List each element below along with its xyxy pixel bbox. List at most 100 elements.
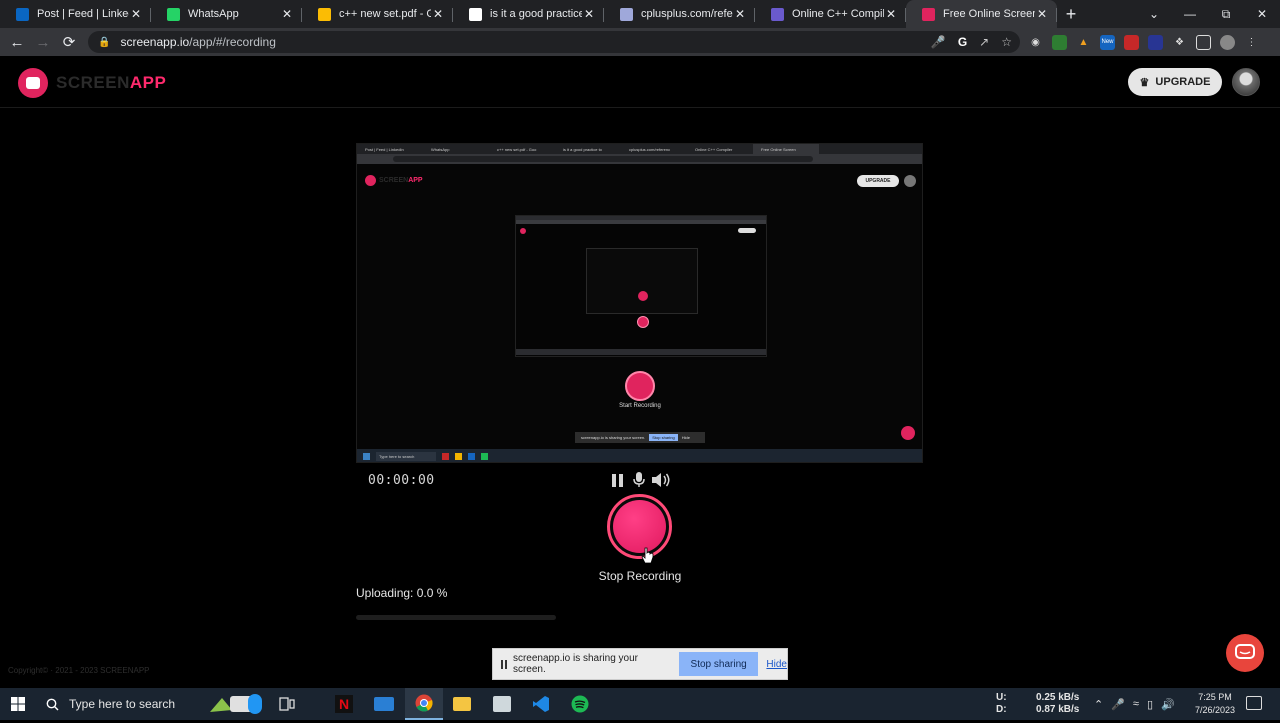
preview-tab: is it a good practice to	[563, 147, 602, 152]
browser-tab[interactable]: Online C++ Compiler -✕	[755, 0, 906, 28]
close-tab-icon[interactable]: ✕	[582, 7, 596, 21]
hide-link[interactable]: Hide	[766, 659, 787, 670]
pause-icon[interactable]	[609, 471, 625, 489]
preview-share-hide: Hide	[681, 435, 690, 440]
photos-app-icon[interactable]	[483, 688, 521, 720]
preview-taskbar: Type here to search	[357, 449, 922, 462]
url-path: /app/#/recording	[189, 35, 276, 49]
share-icon[interactable]: ↗	[979, 35, 989, 49]
vscode-icon[interactable]	[522, 688, 560, 720]
recording-timer: 00:00:00	[368, 473, 435, 488]
close-tab-icon[interactable]: ✕	[129, 7, 143, 21]
preview-tab: Post | Feed | LinkedIn	[365, 147, 404, 152]
screenapp-logo[interactable]: SCREENAPP	[18, 68, 166, 98]
widgets-illustration-icon[interactable]	[204, 690, 268, 718]
battery-icon[interactable]: ▯	[1147, 698, 1153, 711]
system-tray: ⌃ 🎤 ≈ ▯ 🔊	[1094, 688, 1175, 720]
browser-tab[interactable]: c++ new set.pdf - Goo✕	[302, 0, 453, 28]
logo-mark-icon	[18, 68, 48, 98]
preview-stop-indicator	[901, 426, 915, 440]
new-tab-button[interactable]: +	[1057, 0, 1085, 28]
browser-tab[interactable]: Post | Feed | LinkedIn✕	[0, 0, 151, 28]
app-header: SCREENAPP ♛ UPGRADE	[0, 56, 1280, 108]
preview-record-button	[625, 371, 655, 401]
browser-tab-strip: Post | Feed | LinkedIn✕WhatsApp✕c++ new …	[0, 0, 1280, 28]
system-clock[interactable]: 7:25 PM 7/26/2023	[1190, 691, 1240, 717]
compiler-icon	[771, 7, 784, 21]
netflix-icon[interactable]: N	[325, 688, 363, 720]
sharing-message: screenapp.io is sharing your screen.	[512, 653, 639, 675]
upgrade-button[interactable]: ♛ UPGRADE	[1128, 68, 1222, 96]
tab-search-icon[interactable]: ⌄	[1136, 0, 1172, 28]
browser-tab-title: Online C++ Compiler -	[792, 8, 884, 20]
side-panel-icon[interactable]	[1196, 34, 1211, 50]
forward-arrow-icon[interactable]: →	[30, 29, 56, 55]
close-tab-icon[interactable]: ✕	[280, 7, 294, 21]
close-tab-icon[interactable]: ✕	[733, 7, 747, 21]
microphone-icon[interactable]	[632, 471, 646, 489]
chat-support-button[interactable]	[1226, 634, 1264, 672]
restore-icon[interactable]: ⧉	[1208, 0, 1244, 28]
warning-extension-icon[interactable]: ▲	[1076, 35, 1091, 50]
net-down-label: D:	[996, 704, 1007, 715]
more-menu-icon[interactable]: ⋮	[1244, 35, 1259, 50]
preview-tab: cplusplus.com/referenc	[629, 147, 671, 152]
minimize-icon[interactable]: —	[1172, 0, 1208, 28]
tray-microphone-icon[interactable]: 🎤	[1111, 698, 1125, 711]
stop-sharing-button[interactable]: Stop sharing	[678, 652, 759, 676]
mail-icon[interactable]	[365, 688, 403, 720]
microphone-icon[interactable]: 🎤	[931, 35, 946, 49]
stop-recording-label: Stop Recording	[598, 569, 682, 583]
browser-tab[interactable]: is it a good practice to✕	[453, 0, 604, 28]
green-extension-icon[interactable]	[1052, 34, 1067, 50]
red-extension-icon[interactable]	[1124, 34, 1139, 50]
logo-text: SCREENAPP	[56, 73, 166, 93]
browser-tab[interactable]: Free Online Screen ✕	[906, 0, 1057, 28]
preview-share-text: screenapp.io is sharing your screen.	[581, 435, 646, 440]
volume-icon[interactable]: 🔊	[1161, 698, 1175, 711]
windows-logo-icon	[11, 697, 25, 711]
preview-avatar	[904, 175, 916, 187]
search-placeholder: Type here to search	[69, 697, 176, 711]
reload-icon[interactable]: ⟳	[56, 29, 82, 55]
user-avatar[interactable]	[1232, 68, 1260, 96]
speaker-icon[interactable]	[650, 471, 672, 489]
new-extension-icon[interactable]: New	[1100, 34, 1115, 50]
address-bar[interactable]: 🔒 screenapp.io/app/#/recording 🎤 G ↗ ☆	[88, 31, 1020, 53]
lock-icon[interactable]: 🔒	[98, 37, 110, 48]
whatsapp-icon	[167, 7, 180, 21]
task-view-icon[interactable]	[268, 688, 306, 720]
profile-icon[interactable]	[1220, 34, 1235, 50]
cplusplus-icon	[620, 7, 633, 21]
close-window-icon[interactable]: ✕	[1244, 0, 1280, 28]
notification-center-icon[interactable]	[1246, 696, 1262, 710]
show-hidden-icons-chevron-icon[interactable]: ⌃	[1094, 698, 1103, 711]
google-icon	[469, 7, 482, 21]
blue-extension-icon[interactable]	[1148, 34, 1163, 50]
wifi-icon[interactable]: ≈	[1133, 698, 1139, 710]
browser-tab[interactable]: WhatsApp ✕	[151, 0, 302, 28]
preview-share-stop: Stop sharing	[649, 434, 678, 441]
logo-text-screen: SCREEN	[56, 73, 130, 92]
back-arrow-icon[interactable]: ←	[4, 29, 30, 55]
close-tab-icon[interactable]: ✕	[431, 7, 445, 21]
mouse-cursor-icon	[641, 547, 654, 564]
clock-date: 7/26/2023	[1194, 705, 1236, 715]
windows-start-button[interactable]	[0, 688, 36, 720]
bookmark-star-icon[interactable]: ☆	[1001, 35, 1012, 49]
browser-tab[interactable]: cplusplus.com/referenc✕	[604, 0, 755, 28]
taskbar-search[interactable]: Type here to search	[36, 688, 204, 720]
chrome-icon[interactable]	[405, 688, 443, 720]
spotify-icon[interactable]	[561, 688, 599, 720]
google-lens-icon[interactable]: G	[958, 35, 967, 49]
upgrade-label: UPGRADE	[1155, 76, 1211, 88]
file-explorer-icon[interactable]	[443, 688, 481, 720]
close-tab-icon[interactable]: ✕	[884, 7, 898, 21]
copyright-text: Copyright© · 2021 - 2023 SCREENAPP	[8, 666, 150, 675]
crown-icon: ♛	[1139, 76, 1150, 89]
stop-recording-button[interactable]	[607, 494, 672, 559]
logo-text-app: APP	[129, 73, 167, 92]
puzzle-extensions-icon[interactable]: ❖	[1172, 35, 1187, 50]
close-tab-icon[interactable]: ✕	[1035, 7, 1049, 21]
glasses-extension-icon[interactable]: ◉	[1028, 35, 1043, 50]
